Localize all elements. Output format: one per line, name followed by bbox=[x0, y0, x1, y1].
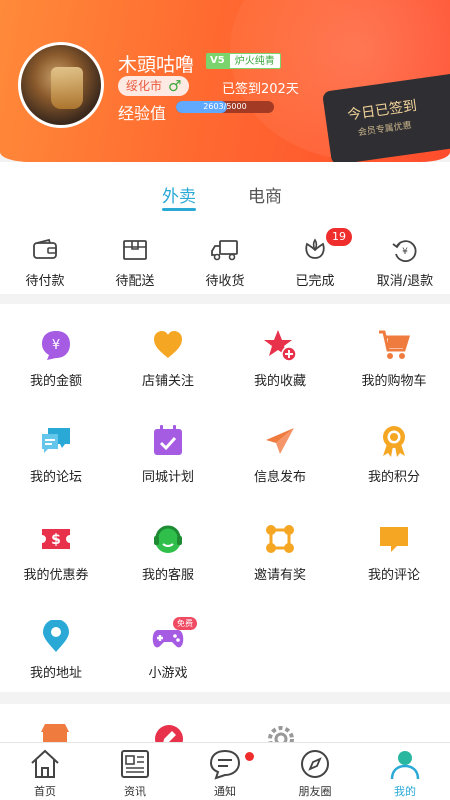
grid-label: 我的收藏 bbox=[253, 374, 306, 389]
grid-item-shopping-cart[interactable]: 我的购物车 bbox=[338, 328, 450, 389]
completed-count-badge: 19 bbox=[326, 228, 352, 246]
username: 木頭咕噜 bbox=[118, 54, 195, 76]
nav-label: 首页 bbox=[34, 785, 56, 798]
flower-icon bbox=[305, 238, 325, 259]
grid-item-my-forum[interactable]: 我的论坛 bbox=[0, 424, 112, 485]
signed-days: 已签到202天 bbox=[222, 82, 299, 97]
order-section: 外卖 电商 待付款 待配送 待收货 已完成 ¥ 取消/退款 bbox=[0, 162, 450, 294]
grid-label: 店铺关注 bbox=[141, 374, 194, 389]
city-name: 绥化市 bbox=[126, 79, 163, 93]
free-tag: 免费 bbox=[173, 617, 197, 630]
nav-home[interactable]: 首页 bbox=[0, 747, 90, 799]
tab-takeout[interactable]: 外卖 bbox=[162, 182, 196, 211]
grid-item-invite-reward[interactable]: 邀请有奖 bbox=[224, 522, 336, 583]
order-label: 待配送 bbox=[115, 274, 155, 289]
heart-icon bbox=[154, 331, 182, 358]
order-pending-receipt[interactable]: 待收货 bbox=[180, 238, 270, 289]
grid-item-my-comments[interactable]: 我的评论 bbox=[338, 522, 450, 583]
location-icon bbox=[43, 620, 69, 652]
tab-ecommerce[interactable]: 电商 bbox=[248, 182, 282, 207]
grid-label: 我的客服 bbox=[141, 568, 194, 583]
nav-label: 资讯 bbox=[124, 785, 146, 798]
notification-dot bbox=[245, 752, 254, 761]
order-label: 待收货 bbox=[205, 274, 245, 289]
tab-label: 电商 bbox=[248, 187, 282, 207]
nav-label: 朋友圈 bbox=[298, 785, 332, 798]
order-label: 待付款 bbox=[25, 274, 65, 289]
exp-progress-bar: 2603/5000 bbox=[176, 101, 274, 113]
grid-label: 邀请有奖 bbox=[253, 568, 306, 583]
user-icon bbox=[390, 751, 420, 780]
grid-item-my-points[interactable]: 我的积分 bbox=[338, 424, 450, 485]
news-icon bbox=[121, 750, 149, 778]
feature-grid: ¥ 我的金额 店铺关注 我的收藏 我的购物车 我的论坛 同城计划 信息发布 我的… bbox=[0, 304, 450, 692]
grid-item-store-follow[interactable]: 店铺关注 bbox=[112, 328, 224, 389]
calendar-icon bbox=[154, 425, 182, 455]
grid-item-customer-service[interactable]: 我的客服 bbox=[112, 522, 224, 583]
forum-icon bbox=[42, 428, 70, 453]
order-cancel-refund[interactable]: ¥ 取消/退款 bbox=[360, 238, 450, 289]
grid-item-my-coupons[interactable]: $ 我的优惠券 bbox=[0, 522, 112, 583]
nav-notifications[interactable]: 通知 bbox=[180, 747, 270, 799]
grid-item-mini-games[interactable]: 小游戏 bbox=[112, 620, 224, 681]
order-pending-delivery[interactable]: 待配送 bbox=[90, 238, 180, 289]
star-icon bbox=[264, 330, 297, 362]
grid-label: 我的积分 bbox=[367, 470, 420, 485]
order-label: 取消/退款 bbox=[376, 274, 434, 289]
gender-icon: ♂ bbox=[168, 77, 182, 95]
paper-plane-icon bbox=[266, 428, 294, 454]
tab-underline bbox=[162, 208, 196, 211]
vip-badge[interactable]: V5 炉火纯青 bbox=[206, 53, 281, 69]
grid-item-my-favorites[interactable]: 我的收藏 bbox=[224, 328, 336, 389]
refund-icon: ¥ bbox=[392, 240, 417, 262]
grid-label: 我的金额 bbox=[29, 374, 82, 389]
order-label: 已完成 bbox=[295, 274, 335, 289]
coupon-icon: $ bbox=[42, 529, 70, 549]
comment-icon bbox=[380, 527, 408, 552]
medal-icon bbox=[383, 426, 405, 457]
exp-label: 经验值 bbox=[118, 104, 167, 123]
grid-item-info-publish[interactable]: 信息发布 bbox=[224, 424, 336, 485]
grid-label: 我的地址 bbox=[29, 666, 82, 681]
truck-icon bbox=[211, 240, 238, 261]
order-pending-payment[interactable]: 待付款 bbox=[0, 238, 90, 289]
exp-text: 2603/5000 bbox=[203, 102, 247, 111]
nav-moments[interactable]: 朋友圈 bbox=[270, 747, 360, 799]
nav-me[interactable]: 我的 bbox=[360, 747, 450, 799]
wallet-icon bbox=[33, 238, 57, 259]
nav-label: 我的 bbox=[394, 785, 416, 798]
home-icon bbox=[31, 749, 59, 778]
grid-item-my-address[interactable]: 我的地址 bbox=[0, 620, 112, 681]
invite-icon bbox=[266, 525, 294, 553]
grid-label: 我的评论 bbox=[367, 568, 420, 583]
nav-label: 通知 bbox=[214, 785, 236, 798]
grid-item-my-balance[interactable]: ¥ 我的金额 bbox=[0, 328, 112, 389]
vip-title: 炉火纯青 bbox=[228, 53, 281, 69]
cart-icon bbox=[379, 330, 411, 359]
vip-level: V5 bbox=[206, 53, 229, 69]
order-tabs: 外卖 电商 bbox=[0, 182, 450, 212]
grid-label: 同城计划 bbox=[141, 470, 194, 485]
box-icon bbox=[123, 240, 147, 260]
grid-label: 小游戏 bbox=[148, 666, 188, 681]
bottom-nav: 首页 资讯 通知 朋友圈 我的 bbox=[0, 742, 450, 800]
city-tag: 绥化市 ♂ bbox=[118, 76, 190, 96]
notification-icon bbox=[209, 749, 241, 780]
compass-icon bbox=[301, 750, 329, 778]
money-icon: ¥ bbox=[42, 331, 70, 360]
grid-label: 我的购物车 bbox=[361, 374, 427, 389]
profile-header: 木頭咕噜 V5 炉火纯青 绥化市 ♂ 已签到202天 经验值 2603/5000… bbox=[0, 0, 450, 162]
grid-label: 我的论坛 bbox=[29, 470, 82, 485]
order-completed[interactable]: 已完成 bbox=[270, 238, 360, 289]
avatar[interactable] bbox=[18, 42, 104, 128]
svg-text:¥: ¥ bbox=[52, 338, 60, 353]
tab-label: 外卖 bbox=[162, 187, 196, 207]
nav-news[interactable]: 资讯 bbox=[90, 747, 180, 799]
svg-text:¥: ¥ bbox=[402, 247, 408, 257]
grid-item-city-plan[interactable]: 同城计划 bbox=[112, 424, 224, 485]
svg-text:$: $ bbox=[51, 532, 61, 548]
grid-label: 我的优惠券 bbox=[23, 568, 89, 583]
grid-label: 信息发布 bbox=[253, 470, 306, 485]
headset-icon bbox=[154, 525, 182, 553]
